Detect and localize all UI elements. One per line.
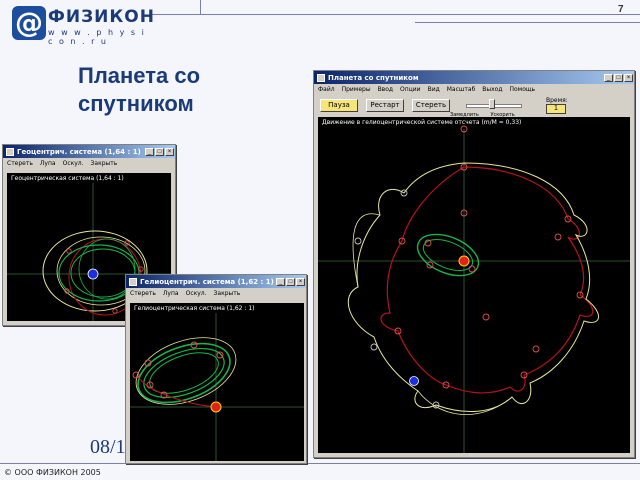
close-button[interactable]: ×: [624, 73, 633, 82]
main-canvas[interactable]: Движение в гелиоцентрической системе отс…: [318, 117, 630, 453]
erase-button[interactable]: Стереть: [412, 99, 450, 112]
logo-url: w w w . p h y s i c o n . r u: [48, 28, 146, 46]
heliocentric-titlebar[interactable]: Гелиоцентрич. система (1,62 : 1) _ □ ×: [126, 275, 306, 288]
main-window-title: Планета со спутником: [328, 73, 419, 82]
slide-header-line: [150, 14, 640, 15]
physicon-logo: @ ФИЗИКОН w w w . p h y s i c o n . r u: [10, 2, 154, 46]
menu-item-erase[interactable]: Стереть: [7, 160, 33, 167]
menu-item-magnifier[interactable]: Лупа: [40, 160, 56, 167]
heliocentric-zoom-plot: [130, 313, 304, 461]
sun-marker: [458, 255, 470, 267]
pause-button[interactable]: Пауза: [320, 99, 358, 112]
maximize-button[interactable]: □: [286, 277, 295, 286]
slide-header-subline: [415, 22, 640, 23]
slide-header-frame: [200, 0, 640, 15]
slide-title: Планета со спутником: [78, 63, 201, 116]
heliocentric-window-title: Гелиоцентрич. система (1,62 : 1): [140, 277, 274, 286]
minimize-button[interactable]: _: [145, 147, 154, 156]
speed-slider-thumb[interactable]: [488, 99, 495, 109]
logo-mark: @: [12, 6, 46, 40]
minimize-button[interactable]: _: [604, 73, 613, 82]
main-simulation-window: Планета со спутником _ □ × Файл Примеры …: [313, 70, 635, 458]
maximize-button[interactable]: □: [614, 73, 623, 82]
menu-item-close[interactable]: Закрыть: [214, 290, 241, 297]
geocentric-menubar: Стереть Лупа Оскул. Закрыть: [3, 158, 175, 169]
minimize-button[interactable]: _: [276, 277, 285, 286]
main-menubar: Файл Примеры Ввод Опции Вид Масштаб Выхо…: [314, 84, 634, 95]
window-app-icon: [317, 73, 325, 82]
close-button[interactable]: ×: [296, 277, 305, 286]
planet-marker: [87, 268, 99, 280]
main-titlebar[interactable]: Планета со спутником _ □ ×: [314, 71, 634, 84]
restart-button[interactable]: Рестарт: [366, 99, 404, 112]
menu-item-erase[interactable]: Стереть: [130, 290, 156, 297]
menu-item-scale[interactable]: Масштаб: [447, 86, 476, 93]
menu-item-file[interactable]: Файл: [318, 86, 335, 93]
menu-item-view[interactable]: Вид: [428, 86, 440, 93]
menu-item-magnifier[interactable]: Лупа: [163, 290, 179, 297]
menu-item-osculating[interactable]: Оскул.: [186, 290, 207, 297]
logo-text: ФИЗИКОН: [48, 7, 155, 27]
menu-item-input[interactable]: Ввод: [378, 86, 393, 93]
time-label: Время:: [546, 97, 568, 104]
menu-item-examples[interactable]: Примеры: [342, 86, 371, 93]
sun-marker: [210, 401, 222, 413]
window-app-icon: [129, 277, 137, 286]
window-app-icon: [6, 147, 14, 156]
heliocentric-menubar: Стереть Лупа Оскул. Закрыть: [126, 288, 306, 299]
heliocentric-canvas[interactable]: Гелиоцентрическая система (1,62 : 1): [130, 303, 304, 461]
menu-item-help[interactable]: Помощь: [510, 86, 536, 93]
menu-item-options[interactable]: Опции: [400, 86, 421, 93]
heliocentric-window: Гелиоцентрич. система (1,62 : 1) _ □ × С…: [125, 274, 307, 464]
time-field[interactable]: 1: [546, 104, 566, 114]
close-button[interactable]: ×: [165, 147, 174, 156]
slide-footer-line: [0, 463, 640, 464]
geocentric-titlebar[interactable]: Геоцентрич. система (1,64 : 1) _ □ ×: [3, 145, 175, 158]
copyright: © ООО ФИЗИКОН 2005: [4, 468, 101, 477]
menu-item-close[interactable]: Закрыть: [91, 160, 118, 167]
menu-item-exit[interactable]: Выход: [482, 86, 502, 93]
maximize-button[interactable]: □: [155, 147, 164, 156]
main-toolbar: Пауза Рестарт Стереть Замедлить Ускорить…: [316, 96, 630, 118]
page-number-top: 7: [618, 4, 624, 15]
geocentric-window-title: Геоцентрич. система (1,64 : 1): [17, 147, 141, 156]
planet-marker: [409, 376, 419, 386]
heliocentric-orbit-plot: [318, 125, 630, 453]
menu-item-osculating[interactable]: Оскул.: [63, 160, 84, 167]
